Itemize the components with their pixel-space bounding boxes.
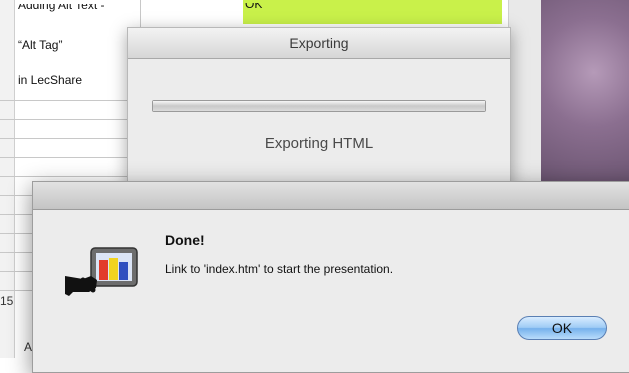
export-progress-bar [152,100,486,112]
done-dialog-titlebar [33,182,629,210]
presentation-export-icon [63,246,143,310]
background-text-line: Adding Alt Text - [18,0,105,12]
background-text-line: in LecShare [18,73,83,87]
background-text-line: “Alt Tag” [18,38,63,52]
done-dialog: Done! Link to 'index.htm' to start the p… [32,181,629,373]
row-number: 15 [0,294,14,308]
ok-button[interactable]: OK [517,316,607,340]
column-label: A [24,340,33,354]
slide-preview [541,0,629,181]
export-progress-fill [153,101,485,111]
exporting-window-title: Exporting [128,28,510,59]
export-status-text: Exporting HTML [264,135,374,152]
done-dialog-message: Link to 'index.htm' to start the present… [165,262,394,276]
exporting-window: Exporting Exporting HTML [127,27,511,189]
highlighted-cell: OK [243,0,502,24]
done-dialog-title: Done! [165,232,205,248]
slide-panel-border [508,0,542,181]
highlighted-cell-text: OK [245,0,263,11]
